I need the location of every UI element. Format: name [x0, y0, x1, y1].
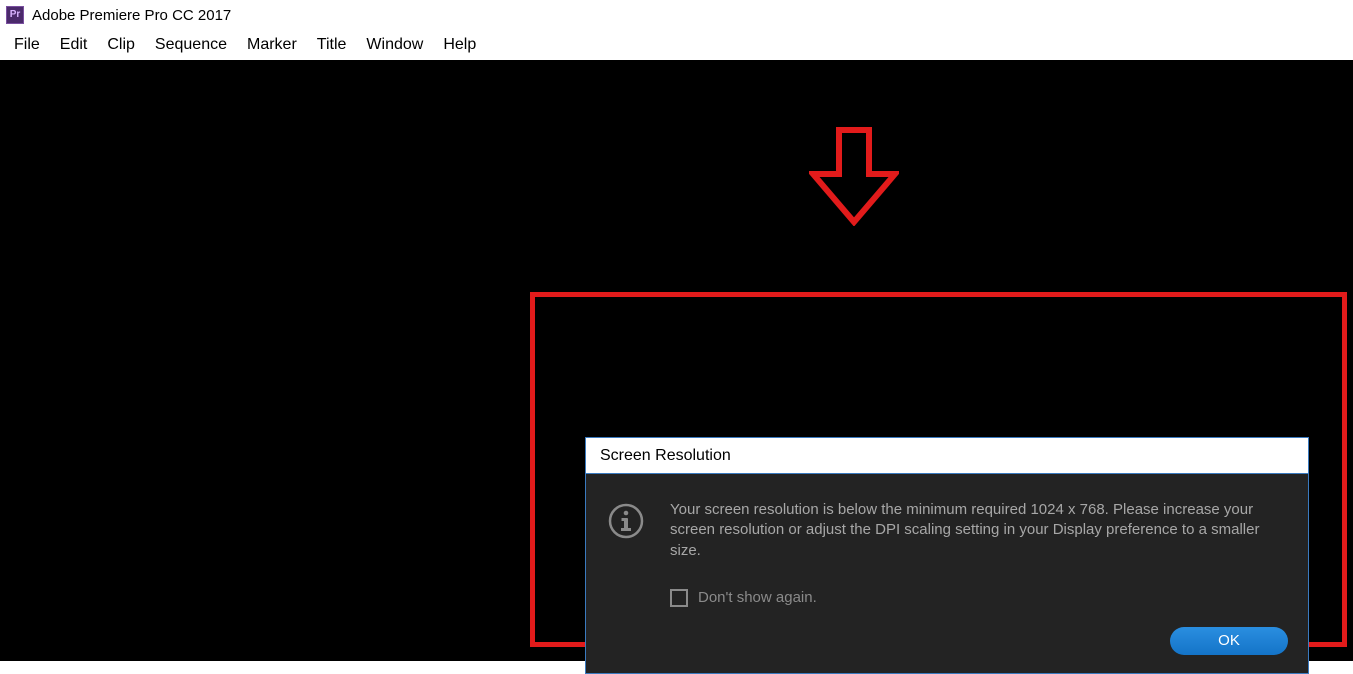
dont-show-again-checkbox[interactable]	[670, 589, 688, 607]
dialog-footer: OK	[586, 621, 1308, 673]
menu-clip[interactable]: Clip	[97, 32, 145, 58]
workspace-area: Screen Resolution Your screen resolution…	[0, 60, 1353, 661]
menu-help[interactable]: Help	[433, 32, 486, 58]
window-titlebar: Pr Adobe Premiere Pro CC 2017	[0, 0, 1353, 30]
app-title: Adobe Premiere Pro CC 2017	[32, 7, 231, 24]
menu-edit[interactable]: Edit	[50, 32, 98, 58]
dialog-content: Your screen resolution is below the mini…	[670, 500, 1288, 607]
menubar: File Edit Clip Sequence Marker Title Win…	[0, 30, 1353, 60]
dont-show-again-label: Don't show again.	[698, 589, 817, 606]
dialog-message: Your screen resolution is below the mini…	[670, 500, 1288, 561]
menu-window[interactable]: Window	[356, 32, 433, 58]
dialog-titlebar[interactable]: Screen Resolution	[586, 438, 1308, 474]
ok-button[interactable]: OK	[1170, 627, 1288, 655]
app-icon-text: Pr	[10, 10, 21, 20]
app-icon: Pr	[6, 6, 24, 24]
info-icon	[606, 500, 646, 540]
menu-marker[interactable]: Marker	[237, 32, 307, 58]
arrow-down-annotation-icon	[809, 126, 899, 226]
menu-title[interactable]: Title	[307, 32, 357, 58]
screen-resolution-dialog: Screen Resolution Your screen resolution…	[585, 437, 1309, 674]
menu-sequence[interactable]: Sequence	[145, 32, 237, 58]
dialog-title: Screen Resolution	[600, 447, 731, 465]
menu-file[interactable]: File	[4, 32, 50, 58]
dialog-body: Your screen resolution is below the mini…	[586, 474, 1308, 621]
dont-show-again-row[interactable]: Don't show again.	[670, 589, 1288, 607]
